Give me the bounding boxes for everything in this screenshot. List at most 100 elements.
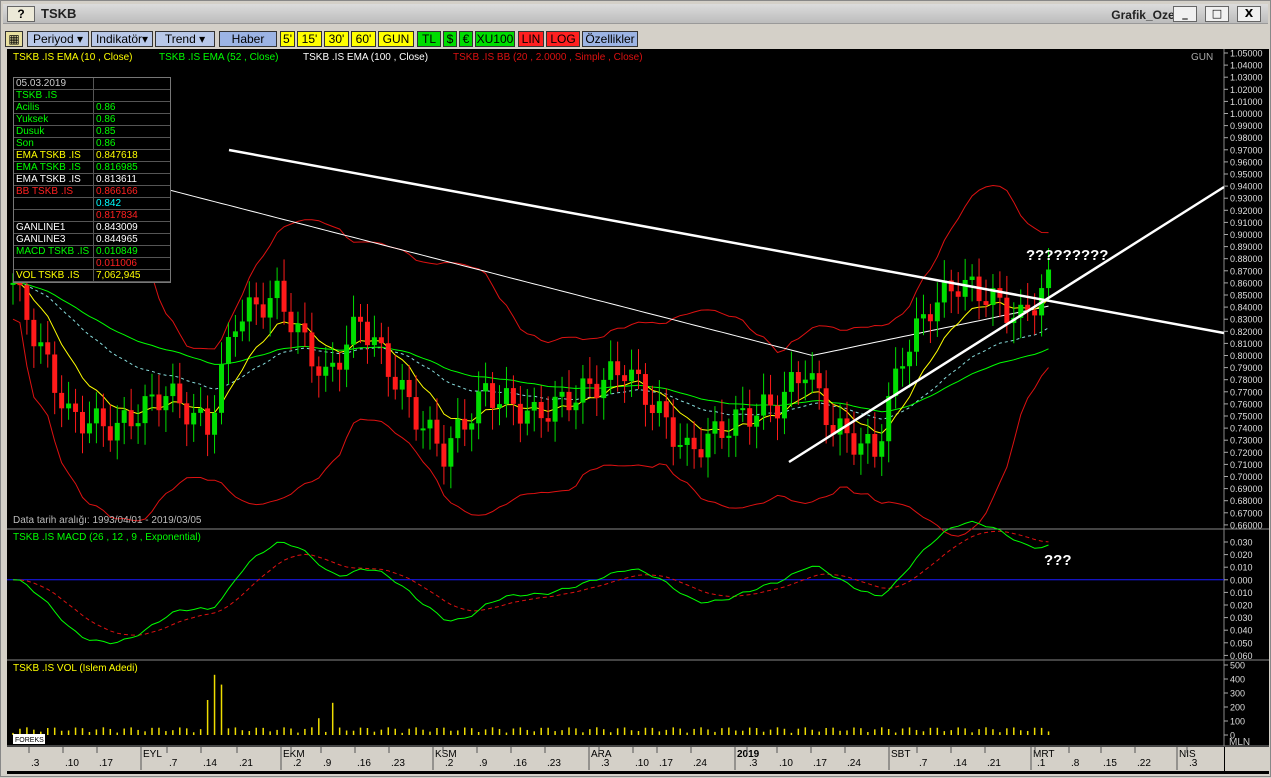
vol-tick-label: 200 bbox=[1230, 703, 1245, 713]
candle-body bbox=[135, 423, 141, 427]
price-tick-label: 1.00000 bbox=[1230, 109, 1263, 119]
candle-body bbox=[934, 302, 940, 322]
date-tick-label: .24 bbox=[847, 758, 861, 769]
info-row: GANLINE3 0.844965 bbox=[14, 234, 170, 246]
price-tick-label: 0.99000 bbox=[1230, 121, 1263, 131]
info-symbol: TSKB .IS bbox=[14, 90, 94, 101]
candle-body bbox=[413, 397, 419, 430]
price-tick-label: 0.97000 bbox=[1230, 145, 1263, 155]
price-tick-label: 1.03000 bbox=[1230, 73, 1263, 83]
candle-body bbox=[149, 394, 155, 397]
info-key: GANLINE3 bbox=[14, 234, 94, 245]
candle-body bbox=[483, 383, 489, 392]
info-key bbox=[14, 198, 94, 209]
price-tick-label: 0.91000 bbox=[1230, 218, 1263, 228]
price-tick-label: 0.78000 bbox=[1230, 375, 1263, 385]
candle-body bbox=[872, 433, 878, 457]
candle-body bbox=[740, 408, 746, 411]
legend-ema100: TSKB .IS EMA (100 , Close) bbox=[303, 52, 428, 63]
candle-body bbox=[378, 337, 384, 344]
info-value: 0.011006 bbox=[96, 258, 137, 269]
price-tick-label: 1.05000 bbox=[1230, 49, 1263, 59]
candle-body bbox=[219, 363, 224, 413]
candle-body bbox=[719, 421, 725, 438]
candle-body bbox=[594, 383, 600, 399]
candle-body bbox=[962, 279, 968, 297]
price-tick-label: 0.73000 bbox=[1230, 436, 1263, 446]
candle-body bbox=[73, 403, 79, 412]
bb-lower-line bbox=[12, 318, 1049, 537]
date-tick-label: EYL bbox=[143, 749, 162, 760]
price-tick-label: 0.79000 bbox=[1230, 363, 1263, 373]
candle-body bbox=[156, 394, 162, 411]
date-tick-label: .16 bbox=[357, 758, 371, 769]
candle-body bbox=[142, 396, 148, 424]
candle-body bbox=[191, 412, 197, 425]
price-tick-label: 0.89000 bbox=[1230, 242, 1263, 252]
candle-body bbox=[170, 383, 176, 397]
candle-body bbox=[323, 366, 329, 376]
info-value: 0.847618 bbox=[96, 150, 138, 161]
candle-body bbox=[927, 314, 933, 322]
date-tick-label: .23 bbox=[391, 758, 405, 769]
candle-body bbox=[900, 366, 906, 369]
macd-tick-label: 0.020 bbox=[1230, 601, 1253, 611]
date-tick-label: .22 bbox=[1137, 758, 1151, 769]
candle-body bbox=[232, 331, 238, 337]
ema10-line bbox=[12, 282, 1049, 434]
info-value: 0.817834 bbox=[96, 210, 138, 221]
candle-body bbox=[879, 441, 885, 457]
info-key: EMA TSKB .IS bbox=[14, 162, 94, 173]
candle-body bbox=[503, 388, 509, 405]
date-tick-label: .7 bbox=[169, 758, 178, 769]
candle-body bbox=[823, 388, 829, 426]
candle-body bbox=[510, 388, 516, 404]
candle-body bbox=[775, 405, 780, 419]
macd-tick-label: 0.020 bbox=[1230, 550, 1253, 560]
date-tick-label: .8 bbox=[1071, 758, 1080, 769]
date-tick-label: .10 bbox=[65, 758, 79, 769]
info-row: 0.011006 bbox=[14, 258, 170, 270]
chart-svg: 1.05000 1.04000 1.03000 1.02000 1.01000 1.000… bbox=[7, 49, 1269, 771]
candle-body bbox=[601, 379, 607, 399]
candle-body bbox=[545, 418, 551, 422]
info-key: EMA TSKB .IS bbox=[14, 150, 94, 161]
candle-body bbox=[80, 411, 85, 434]
vol-unit: MLN bbox=[1229, 737, 1250, 748]
price-tick-label: 0.93000 bbox=[1230, 194, 1263, 204]
candle-body bbox=[497, 404, 502, 408]
date-tick-label: .9 bbox=[323, 758, 332, 769]
candle-body bbox=[399, 379, 405, 390]
candle-body bbox=[212, 412, 218, 435]
candle-body bbox=[893, 368, 899, 397]
candle-body bbox=[795, 372, 801, 384]
macd-tick-label: 0.010 bbox=[1230, 588, 1253, 598]
price-tick-label: 0.70000 bbox=[1230, 472, 1263, 482]
date-tick-label: .3 bbox=[31, 758, 40, 769]
candle-body bbox=[107, 426, 113, 441]
date-tick-label: .10 bbox=[635, 758, 649, 769]
candle-body bbox=[580, 378, 586, 403]
candle-body bbox=[761, 394, 767, 416]
vol-tick-label: 100 bbox=[1230, 717, 1245, 727]
candle-body bbox=[663, 401, 669, 418]
candle-body bbox=[420, 428, 426, 431]
info-key: VOL TSKB .IS bbox=[14, 270, 94, 281]
legend-ema10: TSKB .IS EMA (10 , Close) bbox=[13, 52, 132, 63]
macd-tick-label: 0.030 bbox=[1230, 613, 1253, 623]
price-tick-label: 0.86000 bbox=[1230, 278, 1263, 288]
macd-legend: TSKB .IS MACD (26 , 12 , 9 , Exponential… bbox=[13, 532, 201, 543]
candle-body bbox=[24, 285, 30, 320]
candle-body bbox=[816, 373, 822, 389]
candle-body bbox=[45, 342, 51, 355]
price-tick-label: 1.04000 bbox=[1230, 61, 1263, 71]
price-tick-label: 0.75000 bbox=[1230, 412, 1263, 422]
candle-body bbox=[524, 410, 530, 424]
candle-body bbox=[649, 404, 655, 414]
candle-body bbox=[573, 402, 579, 411]
price-tick-label: 0.71000 bbox=[1230, 460, 1263, 470]
info-value: 0.86 bbox=[96, 114, 116, 125]
info-key: Dusuk bbox=[14, 126, 94, 137]
info-row: Acilis 0.86 bbox=[14, 102, 170, 114]
candle-body bbox=[358, 316, 363, 322]
